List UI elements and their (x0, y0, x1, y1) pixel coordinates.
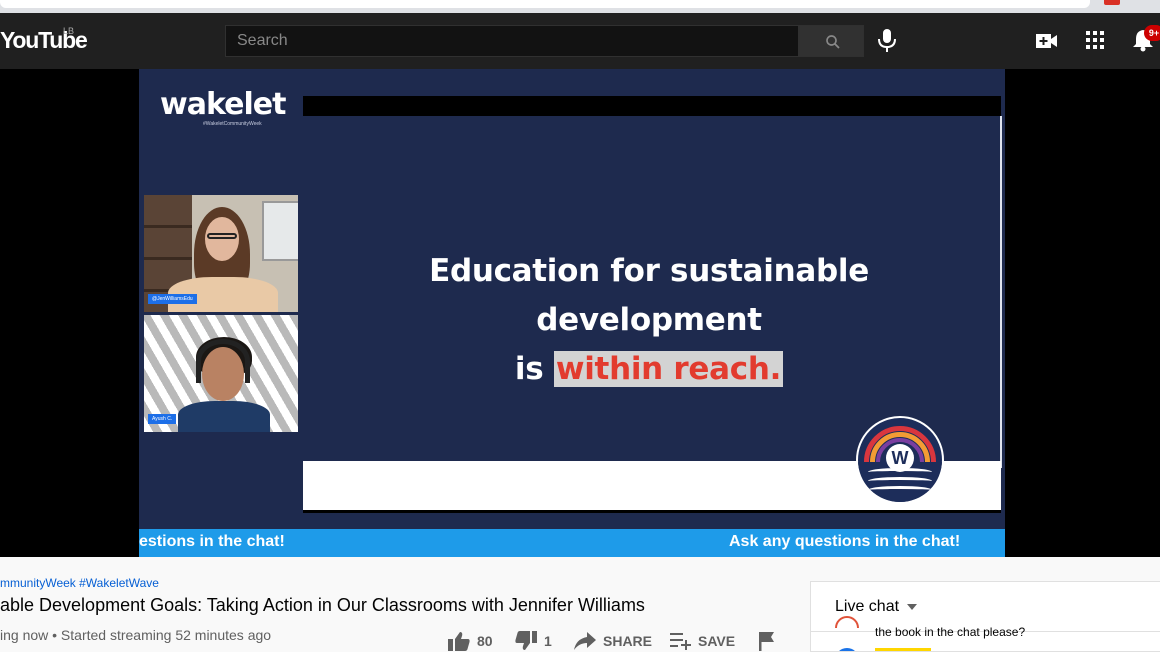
browser-toolbar (0, 0, 1160, 13)
glasses (207, 233, 237, 239)
dislike-button[interactable]: 1 (514, 630, 552, 652)
save-button[interactable]: SAVE (670, 630, 735, 652)
hashtag-links[interactable]: mmunityWeek #WakeletWave (0, 576, 159, 590)
slide-border (1000, 116, 1002, 468)
share-arrow-icon (574, 632, 596, 650)
chat-author-chip (875, 648, 931, 651)
ticker-text-right: Ask any questions in the chat! (729, 533, 961, 550)
video-title: able Development Goals: Taking Action in… (0, 595, 645, 615)
save-label: SAVE (698, 633, 736, 649)
live-chat-title[interactable]: Live chat (835, 598, 899, 616)
headphones (196, 339, 250, 383)
thumbs-up-icon (448, 632, 470, 651)
apps-grid-icon[interactable] (1085, 30, 1105, 50)
share-label: SHARE (603, 633, 653, 649)
ticker-text-left: estions in the chat! (139, 533, 285, 550)
chevron-down-icon[interactable] (906, 603, 918, 611)
participant-name-tag: Ayush C. (148, 414, 177, 424)
masthead: YouTube LB 9+ (0, 13, 1160, 69)
wakelet-wave-badge: W (856, 416, 944, 504)
flag-icon (759, 632, 774, 651)
country-code: LB (63, 26, 75, 36)
wakelet-hashtag: #WakeletCommunityWeek (203, 121, 262, 127)
search-button[interactable] (799, 25, 864, 57)
add-to-playlist-icon (670, 633, 691, 650)
highlighted-text: within reach. (553, 351, 784, 387)
badge-letter: W (886, 444, 914, 472)
slide-line-2: is within reach. (319, 345, 979, 394)
wakelet-logo: wakelet (160, 87, 286, 122)
chat-message: the book in the chat please? (875, 625, 1026, 639)
address-bar[interactable] (0, 0, 1090, 8)
participant-face (205, 217, 239, 261)
video-player[interactable]: wakelet #WakeletCommunityWeek @JenWillia… (0, 69, 1160, 557)
dislike-count: 1 (544, 633, 552, 649)
microphone-icon[interactable] (876, 28, 898, 54)
live-chat-panel: Live chat the book in the chat please? (810, 581, 1160, 652)
slide-top-bar (303, 96, 1001, 116)
participant-video-2: Ayush C. (144, 315, 298, 432)
report-button[interactable] (758, 630, 776, 652)
chat-author-avatar[interactable] (835, 648, 859, 651)
share-button[interactable]: SHARE (573, 630, 652, 652)
participant-name-tag: @JenWilliamsEdu (148, 294, 197, 304)
participant-video-1: @JenWilliamsEdu (144, 195, 298, 312)
slide-line-1: Education for sustainable development (429, 253, 869, 338)
video-info: mmunityWeek #WakeletWave able Developmen… (0, 557, 1160, 652)
video-frame[interactable]: wakelet #WakeletCommunityWeek @JenWillia… (139, 69, 1005, 557)
like-button[interactable]: 80 (447, 630, 493, 652)
search-input[interactable] (225, 25, 799, 57)
participant-body (178, 401, 270, 432)
slide-line-2-prefix: is (514, 351, 554, 387)
chat-ticker: estions in the chat! Ask any questions i… (139, 529, 1005, 557)
slide-headline: Education for sustainable development is… (319, 247, 979, 394)
create-video-icon[interactable] (1035, 29, 1059, 53)
stream-status: ing now • Started streaming 52 minutes a… (0, 627, 272, 643)
extension-icon[interactable] (1104, 0, 1120, 5)
background-window (262, 201, 298, 261)
like-count: 80 (477, 633, 493, 649)
thumbs-down-icon (515, 631, 537, 650)
notification-count-badge: 9+ (1144, 25, 1160, 41)
search-icon (826, 35, 840, 49)
